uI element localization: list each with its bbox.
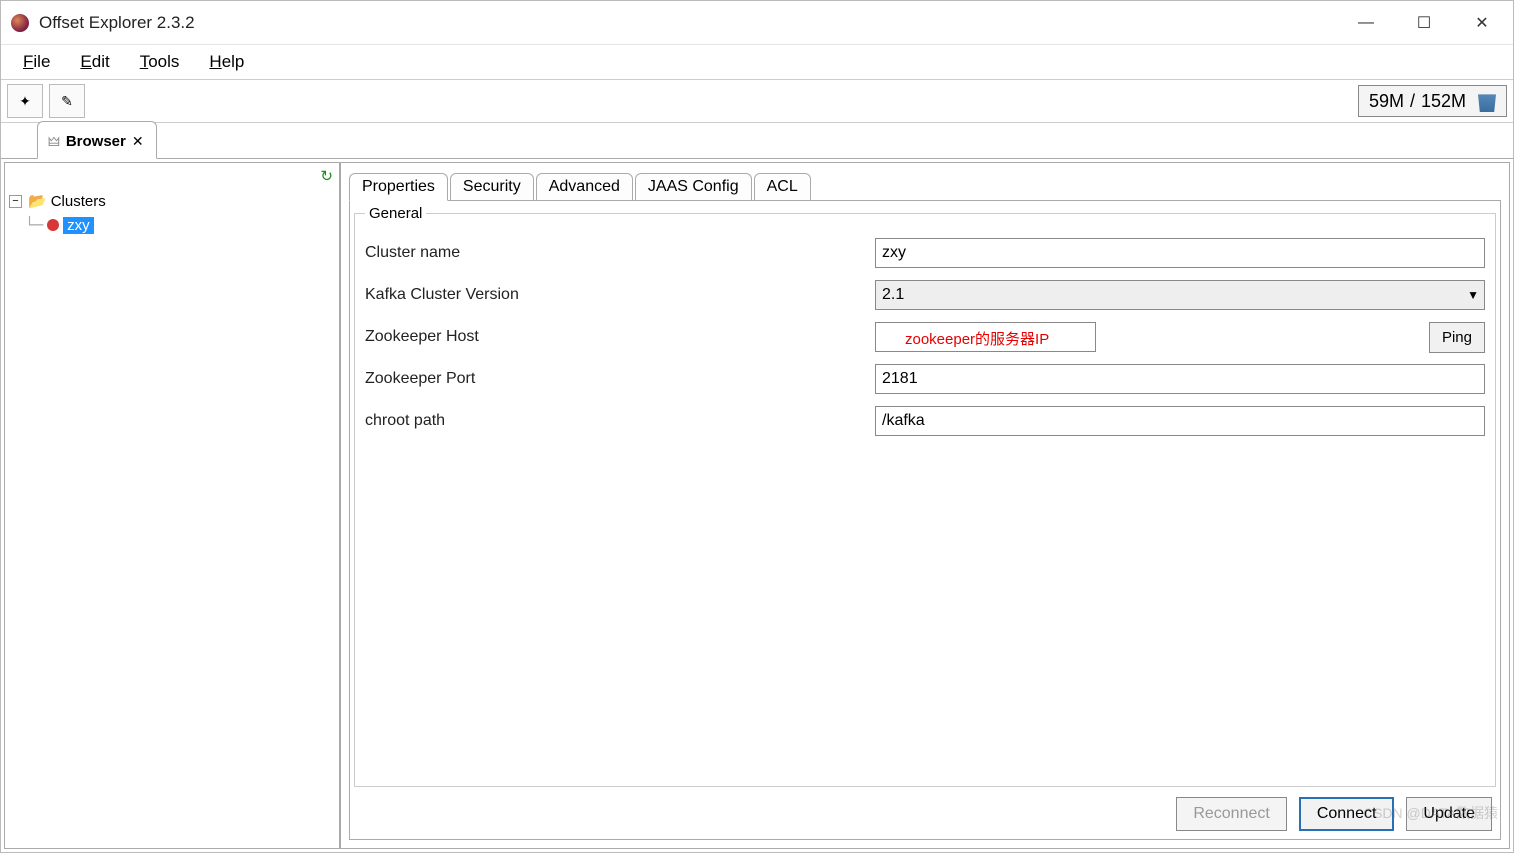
chroot-path-label: chroot path: [365, 412, 875, 430]
tab-acl[interactable]: ACL: [754, 173, 811, 201]
row-zookeeper-host: Zookeeper Host zookeeper的服务器IP Ping: [365, 316, 1485, 358]
tree-root-row[interactable]: − 📂 Clusters: [9, 189, 335, 213]
kafka-version-select[interactable]: [875, 280, 1485, 310]
update-button[interactable]: Update: [1406, 797, 1492, 831]
ping-button[interactable]: Ping: [1429, 322, 1485, 353]
property-tabs: Properties Security Advanced JAAS Config…: [349, 171, 1501, 201]
tab-properties[interactable]: Properties: [349, 173, 448, 201]
zookeeper-host-label: Zookeeper Host: [365, 328, 875, 346]
collapse-icon[interactable]: −: [9, 195, 22, 208]
trash-icon[interactable]: [1478, 90, 1496, 112]
general-legend: General: [365, 205, 426, 222]
edit-icon: ✎: [61, 93, 73, 110]
tab-jaas-config[interactable]: JAAS Config: [635, 173, 752, 201]
toolbar: ✦ ✎ 59M / 152M: [1, 79, 1513, 123]
memory-indicator[interactable]: 59M / 152M: [1358, 85, 1507, 117]
browser-tab-title: Browser: [66, 133, 126, 150]
menu-tools[interactable]: Tools: [126, 50, 194, 74]
properties-panel: General Cluster name Kafka Cluster Versi…: [349, 201, 1501, 840]
main-panel: ↻ − 📂 Clusters └─ zxy Properties Securit…: [4, 162, 1510, 849]
content-panel: Properties Security Advanced JAAS Config…: [341, 163, 1509, 848]
general-fieldset: General Cluster name Kafka Cluster Versi…: [354, 205, 1496, 787]
memory-sep: /: [1410, 91, 1415, 112]
tab-advanced[interactable]: Advanced: [536, 173, 633, 201]
cluster-tree: − 📂 Clusters └─ zxy: [9, 189, 335, 237]
zookeeper-host-input[interactable]: [875, 322, 1096, 352]
menubar: File Edit Tools Help: [1, 45, 1513, 79]
folder-icon: 📂: [28, 192, 47, 210]
chroot-path-input[interactable]: [875, 406, 1485, 436]
add-cluster-icon: ✦: [19, 93, 31, 110]
tree-node-label: zxy: [63, 217, 94, 234]
edit-button[interactable]: ✎: [49, 84, 85, 118]
memory-used: 59M: [1369, 91, 1404, 112]
menu-help[interactable]: Help: [195, 50, 258, 74]
tab-security[interactable]: Security: [450, 173, 534, 201]
status-dot-icon: [47, 219, 59, 231]
reconnect-button: Reconnect: [1176, 797, 1287, 831]
kafka-version-label: Kafka Cluster Version: [365, 286, 875, 304]
zookeeper-port-input[interactable]: [875, 364, 1485, 394]
app-icon: [11, 14, 29, 32]
titlebar: Offset Explorer 2.3.2 — ☐ ✕: [1, 1, 1513, 45]
tree-root-label: Clusters: [51, 193, 106, 210]
cluster-name-label: Cluster name: [365, 244, 875, 262]
row-kafka-version: Kafka Cluster Version ▼: [365, 274, 1485, 316]
refresh-icon[interactable]: ↻: [320, 167, 333, 185]
button-bar: Reconnect Connect Update: [354, 787, 1496, 835]
window-controls: — ☐ ✕: [1337, 3, 1511, 43]
close-tab-icon[interactable]: ✕: [132, 133, 144, 150]
minimize-button[interactable]: —: [1337, 3, 1395, 43]
menu-file[interactable]: File: [9, 50, 64, 74]
add-cluster-button[interactable]: ✦: [7, 84, 43, 118]
close-button[interactable]: ✕: [1453, 3, 1511, 43]
tree-connector: └─: [25, 216, 43, 234]
row-chroot-path: chroot path: [365, 400, 1485, 442]
row-cluster-name: Cluster name: [365, 232, 1485, 274]
window-title: Offset Explorer 2.3.2: [39, 13, 1337, 33]
menu-edit[interactable]: Edit: [66, 50, 123, 74]
tree-icon: 🜲: [48, 128, 60, 154]
cluster-name-input[interactable]: [875, 238, 1485, 268]
browser-tab[interactable]: 🜲 Browser ✕: [37, 121, 157, 159]
memory-total: 152M: [1421, 91, 1466, 112]
connect-button[interactable]: Connect: [1299, 797, 1395, 831]
maximize-button[interactable]: ☐: [1395, 3, 1453, 43]
browser-tabstrip: 🜲 Browser ✕: [1, 123, 1513, 159]
sidebar: ↻ − 📂 Clusters └─ zxy: [5, 163, 341, 848]
tree-node-row[interactable]: └─ zxy: [9, 213, 335, 237]
zookeeper-port-label: Zookeeper Port: [365, 370, 875, 388]
row-zookeeper-port: Zookeeper Port: [365, 358, 1485, 400]
